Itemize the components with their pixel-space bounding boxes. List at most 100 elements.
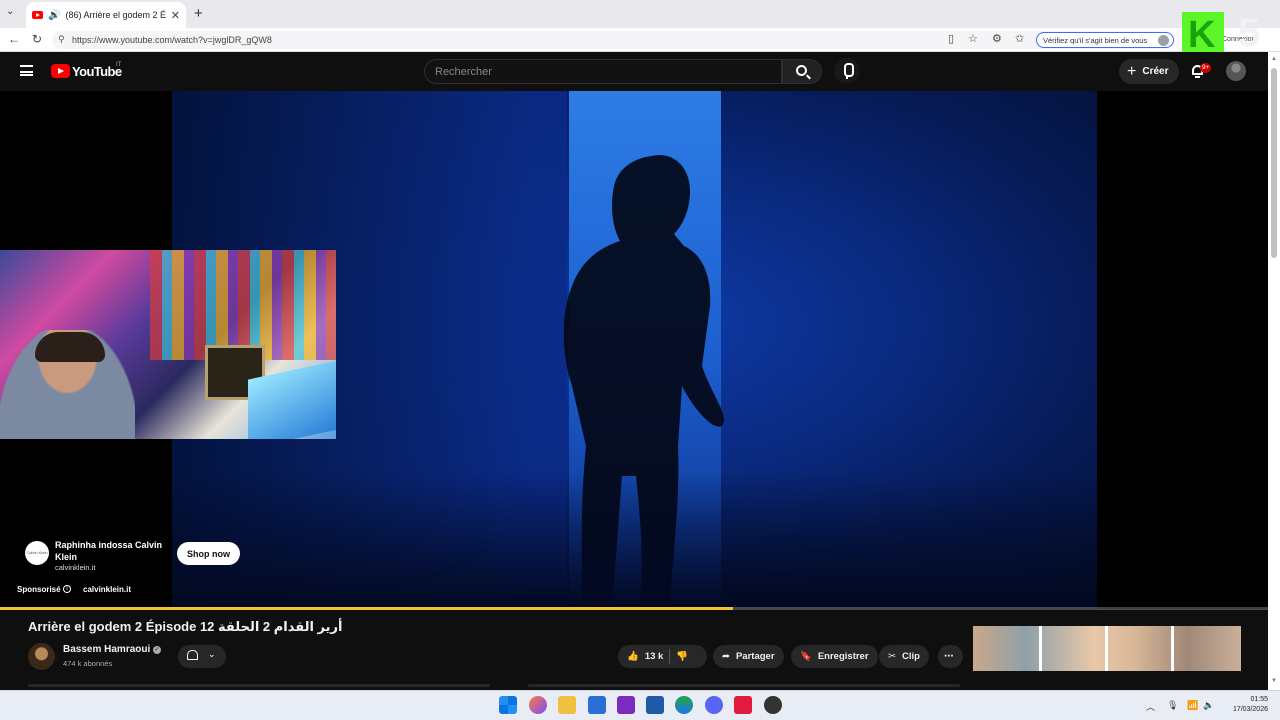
copilot-icon[interactable] <box>529 696 547 714</box>
store-app-icon[interactable] <box>588 696 606 714</box>
verified-check-icon: ✓ <box>153 646 161 654</box>
account-avatar[interactable] <box>1226 61 1246 81</box>
save-label: Enregistrer <box>817 651 869 662</box>
search-box <box>424 59 782 84</box>
hamburger-menu-icon[interactable] <box>20 65 33 76</box>
scroll-down-arrow-icon[interactable]: ▼ <box>1271 678 1277 684</box>
microphone-tray-icon[interactable]: 🎙 <box>1167 700 1178 711</box>
tab-title: (86) Arrière el godem 2 Épiso <box>65 10 166 20</box>
speaker-icon[interactable]: 🔊 <box>48 10 60 21</box>
sponsor-domain-link[interactable]: calvinklein.it <box>83 585 131 594</box>
reload-icon[interactable]: ↻ <box>32 32 42 46</box>
clip-label: Clip <box>901 651 920 662</box>
scissors-icon: ✂ <box>888 651 896 662</box>
subscriber-count: 474 k abonnés <box>63 659 113 668</box>
overlay-k-letter: K <box>1188 14 1216 56</box>
scrollbar-thumb[interactable] <box>1271 68 1277 258</box>
youtube-logo-text[interactable]: YouTube <box>72 64 122 79</box>
site-info-icon[interactable]: ⚲ <box>58 34 65 45</box>
create-button[interactable]: + Créer <box>1119 59 1179 84</box>
share-arrow-icon: ➦ <box>722 651 730 662</box>
like-dislike-button-group: 👍 13 k 👎 <box>618 645 707 668</box>
chevron-down-icon: ⌄ <box>208 649 216 659</box>
browser-tab-strip: ⌄ 🔊 (86) Arrière el godem 2 Épiso ✕ + <box>0 0 1280 28</box>
video-title: Arrière el godem 2 Épisode 12 أرير القدا… <box>28 619 343 634</box>
verify-identity-text: Vérifiez qu'il s'agit bien de vous <box>1043 36 1148 45</box>
clock-date: 17/03/2026 <box>1232 706 1268 713</box>
wifi-icon[interactable]: 📶 <box>1187 700 1198 711</box>
webcam-overlay <box>0 250 336 439</box>
channel-name[interactable]: Bassem Hamraoui <box>63 644 150 655</box>
new-tab-button[interactable]: + <box>194 5 203 22</box>
file-explorer-icon[interactable] <box>558 696 576 714</box>
ad-info-icon[interactable]: i <box>63 585 71 593</box>
more-dots-icon: ⋯ <box>944 651 954 662</box>
voice-search-mic-icon[interactable] <box>834 58 860 84</box>
profile-avatar-icon <box>1158 35 1169 46</box>
like-thumb-up-icon[interactable]: 👍 <box>627 651 639 662</box>
youtube-header: YouTube IT + Créer 9+ <box>0 52 1268 91</box>
video-floor-shadow <box>172 471 1097 609</box>
remote-app-icon[interactable] <box>646 696 664 714</box>
create-label: Créer <box>1142 66 1169 77</box>
webcam-person-hair <box>35 332 105 362</box>
reader-view-icon[interactable]: ▯ <box>948 32 954 45</box>
tab-list-chevron-icon[interactable]: ⌄ <box>6 6 14 17</box>
video-progress-fill <box>0 607 733 610</box>
search-button[interactable] <box>782 59 822 84</box>
overlay-number: 5 <box>1238 11 1261 55</box>
back-arrow-icon[interactable]: ← <box>8 32 20 46</box>
clip-button[interactable]: ✂ Clip <box>879 645 929 668</box>
screen: ⌄ 🔊 (86) Arrière el godem 2 Épiso ✕ + ← … <box>0 0 1280 720</box>
bookmark-icon: 🔖 <box>800 651 812 662</box>
tray-chevron-up-icon[interactable]: ︿ <box>1146 700 1155 713</box>
streaming-app-icon[interactable] <box>734 696 752 714</box>
extensions-icon[interactable]: ⚙ <box>992 32 1002 45</box>
start-windows-icon[interactable] <box>499 696 517 714</box>
game-app-icon[interactable] <box>764 696 782 714</box>
favorite-star-icon[interactable]: ☆ <box>968 32 978 45</box>
video-player[interactable] <box>0 91 1268 609</box>
tab-close-icon[interactable]: ✕ <box>171 9 180 22</box>
webcam-posters <box>150 250 336 360</box>
edge-browser-icon[interactable] <box>675 696 693 714</box>
page-scrollbar[interactable]: ▲ ▼ <box>1268 52 1280 690</box>
description-box-edge <box>28 684 490 687</box>
obs-studio-icon[interactable] <box>617 696 635 714</box>
browser-tab-youtube[interactable]: 🔊 (86) Arrière el godem 2 Épiso ✕ <box>26 2 186 28</box>
notification-badge: 9+ <box>1200 63 1212 73</box>
discord-icon[interactable] <box>705 696 723 714</box>
dislike-thumb-down-icon[interactable]: 👎 <box>676 651 688 662</box>
windows-taskbar: ︿ 🎙 📶 🔈 01:55 17/03/2026 <box>0 690 1280 720</box>
url-text: https://www.youtube.com/watch?v=jwglDR_g… <box>72 35 272 45</box>
system-clock[interactable]: 01:55 17/03/2026 <box>1224 695 1268 715</box>
plus-icon: + <box>1127 62 1137 80</box>
save-button[interactable]: 🔖 Enregistrer <box>791 645 878 668</box>
search-input[interactable] <box>435 64 765 80</box>
clock-time: 01:55 <box>1250 696 1268 703</box>
ad-domain: calvinklein.it <box>55 563 96 572</box>
subscription-bell-button[interactable]: ⌄ <box>178 645 226 668</box>
youtube-logo-icon[interactable] <box>51 64 70 78</box>
share-button[interactable]: ➦ Partager <box>713 645 784 668</box>
like-count[interactable]: 13 k <box>645 651 664 662</box>
youtube-favicon-icon <box>32 11 43 19</box>
favorites-list-icon[interactable]: ✩ <box>1015 32 1024 45</box>
verify-identity-pill[interactable]: Vérifiez qu'il s'agit bien de vous <box>1036 32 1174 48</box>
channel-avatar[interactable] <box>28 643 55 670</box>
video-progress-bar[interactable] <box>0 607 1268 610</box>
advertiser-logo: Calvin Klein <box>25 541 49 565</box>
recommended-video-thumbnail[interactable] <box>973 626 1241 671</box>
sponsored-label: Sponsorisé <box>17 585 61 594</box>
address-bar[interactable]: ⚲ https://www.youtube.com/watch?v=jwglDR… <box>52 31 1172 49</box>
more-actions-button[interactable]: ⋯ <box>938 645 963 668</box>
bell-icon <box>187 650 198 660</box>
country-code: IT <box>116 62 122 68</box>
comments-box-edge <box>528 684 960 687</box>
volume-icon[interactable]: 🔈 <box>1203 700 1214 711</box>
share-label: Partager <box>735 651 775 662</box>
ad-title: Raphinha indossa Calvin Klein <box>55 540 163 562</box>
shop-now-button[interactable]: Shop now <box>177 542 240 565</box>
like-divider <box>669 649 671 664</box>
scroll-up-arrow-icon[interactable]: ▲ <box>1271 56 1277 62</box>
